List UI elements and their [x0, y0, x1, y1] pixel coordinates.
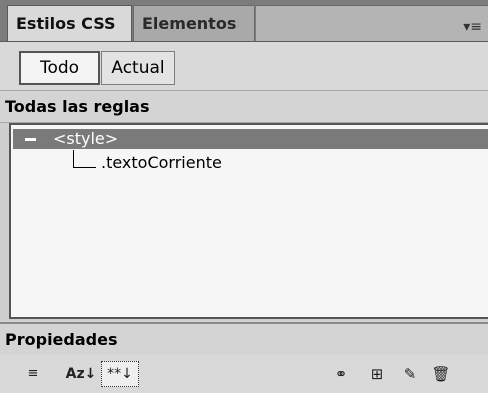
tree-row-rule[interactable]: .textoCorriente — [101, 153, 222, 173]
rules-section-title: Todas las reglas — [0, 90, 488, 123]
panel-menu-icon[interactable]: ▾≡ — [463, 19, 482, 35]
tree-connector-line — [73, 150, 96, 168]
panel-tab-bar: Estilos CSS Elementos PA ▾≡ — [0, 0, 488, 68]
collapse-icon[interactable] — [25, 138, 36, 141]
style-node-label: <style> — [53, 129, 119, 148]
all-mode-button[interactable]: Todo — [19, 51, 100, 85]
tree-row-style[interactable]: <style> — [13, 129, 488, 149]
current-mode-button[interactable]: Actual — [101, 51, 175, 85]
delete-rule-icon[interactable]: 🗑 — [430, 363, 452, 385]
tab-ap-elements[interactable]: Elementos PA — [133, 5, 255, 68]
edit-rule-icon[interactable]: ✎ — [399, 363, 421, 385]
mode-toggle-row: Todo Actual — [0, 42, 488, 90]
tab-css-styles[interactable]: Estilos CSS — [7, 5, 132, 41]
properties-section-title: Propiedades — [0, 322, 488, 355]
css-styles-panel: Estilos CSS Elementos PA ▾≡ Todo Actual … — [0, 0, 488, 393]
new-css-rule-icon[interactable]: ⊞ — [366, 363, 388, 385]
category-view-icon[interactable]: ≡ — [22, 363, 44, 385]
alphabetical-view-icon[interactable]: Az↓ — [63, 363, 99, 385]
properties-toolbar: ≡ Az↓ **↓ ⚭ ⊞ ✎ 🗑 — [0, 355, 488, 393]
rules-tree[interactable]: <style> .textoCorriente — [9, 123, 488, 319]
tab-bar-filler: ▾≡ — [256, 5, 488, 41]
attach-stylesheet-icon[interactable]: ⚭ — [329, 363, 353, 385]
set-properties-view-icon[interactable]: **↓ — [101, 361, 139, 387]
